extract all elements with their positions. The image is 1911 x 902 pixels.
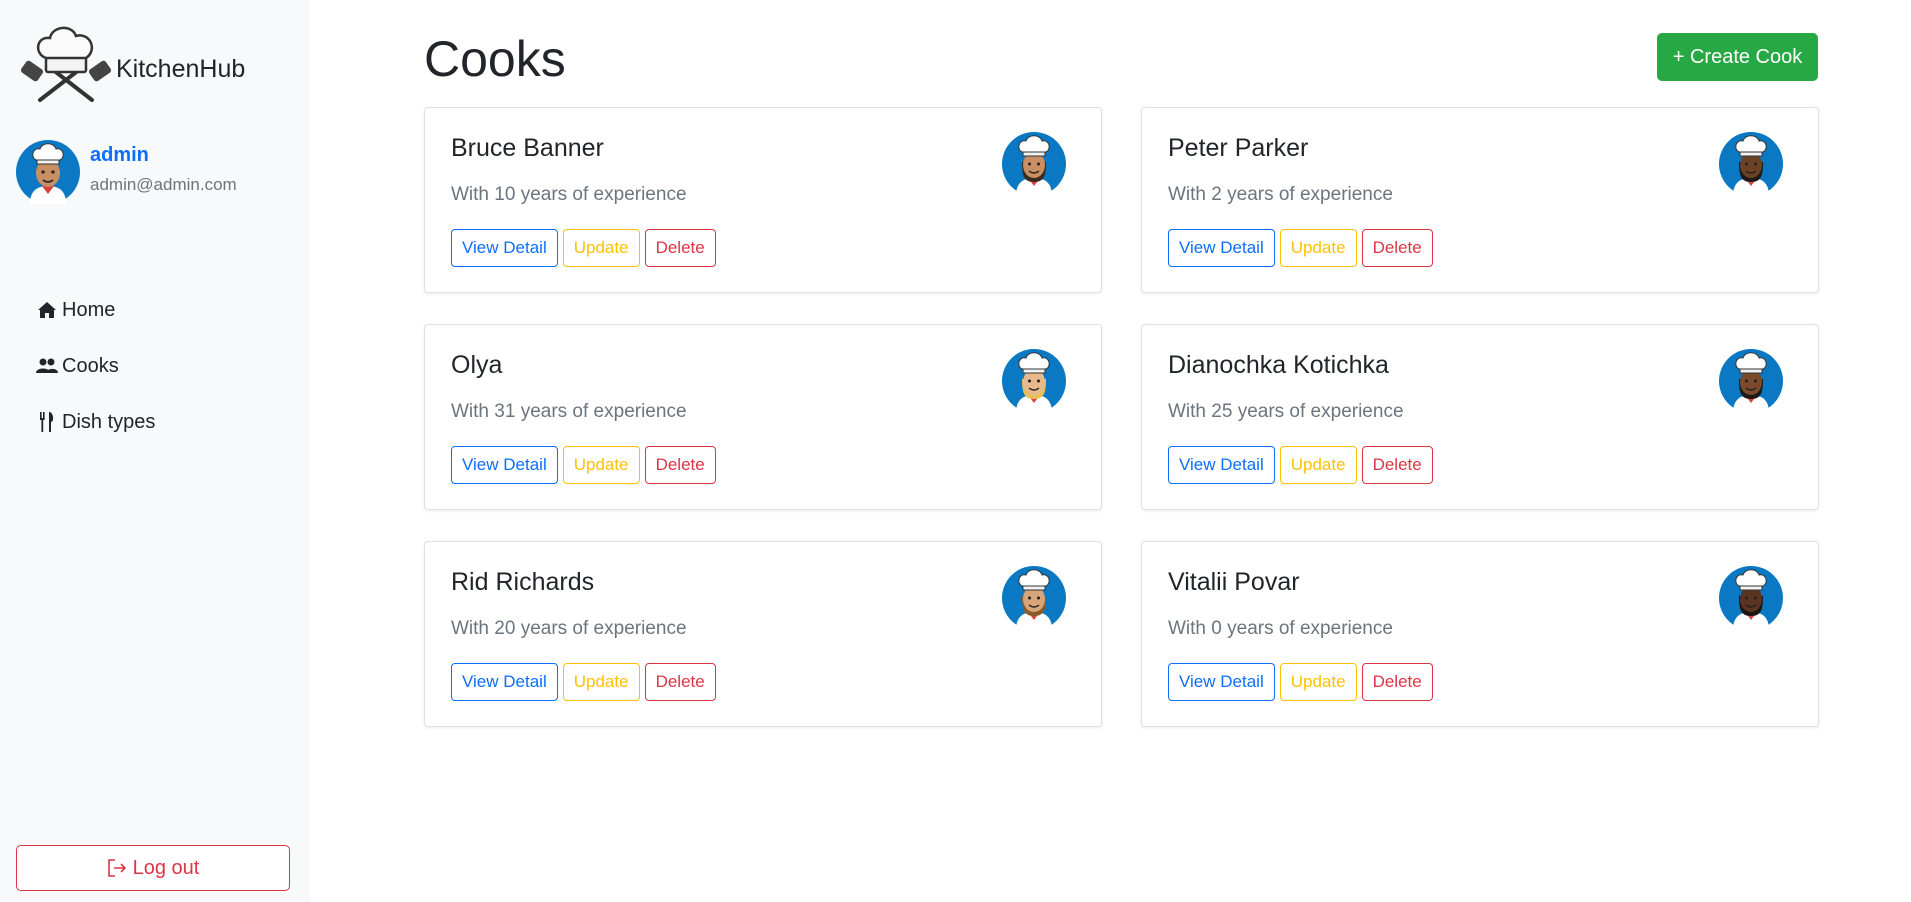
- cook-name: Bruce Banner: [451, 134, 604, 162]
- sidebar-item-home[interactable]: Home: [36, 282, 155, 338]
- user-name[interactable]: admin: [90, 144, 237, 167]
- cook-card: Bruce Banner With 10 years of experience…: [424, 107, 1102, 293]
- cook-experience: With 2 years of experience: [1168, 184, 1393, 205]
- cook-experience: With 25 years of experience: [1168, 401, 1404, 422]
- cook-avatar: [1002, 132, 1066, 196]
- cook-avatar: [1719, 349, 1783, 413]
- update-button[interactable]: Update: [1279, 446, 1357, 484]
- update-button[interactable]: Update: [1279, 229, 1357, 267]
- avatar: [16, 140, 80, 204]
- cook-avatar: [1719, 566, 1783, 630]
- cook-avatar: [1002, 566, 1066, 630]
- delete-button[interactable]: Delete: [644, 229, 716, 267]
- cook-cards-grid: Bruce Banner With 10 years of experience…: [424, 107, 1819, 727]
- logout-label: Log out: [132, 856, 200, 879]
- view-detail-button[interactable]: View Detail: [1168, 446, 1275, 484]
- cook-card: Vitalii Povar With 0 years of experience…: [1141, 541, 1819, 727]
- logout-button[interactable]: Log out: [16, 845, 290, 891]
- utensils-icon: [36, 411, 58, 433]
- cook-name: Olya: [451, 351, 503, 379]
- sidebar: KitchenHub admin admin@admin.com Home Co…: [0, 0, 310, 902]
- card-actions: View Detail Update Delete: [451, 446, 716, 484]
- update-button[interactable]: Update: [562, 229, 640, 267]
- cook-name: Rid Richards: [451, 568, 595, 596]
- cook-card: Peter Parker With 2 years of experience …: [1141, 107, 1819, 293]
- sidebar-item-label: Home: [62, 298, 116, 321]
- cook-card: Rid Richards With 20 years of experience…: [424, 541, 1102, 727]
- cook-name: Vitalii Povar: [1168, 568, 1300, 596]
- update-button[interactable]: Update: [1279, 663, 1357, 701]
- card-actions: View Detail Update Delete: [451, 229, 716, 267]
- update-button[interactable]: Update: [562, 663, 640, 701]
- view-detail-button[interactable]: View Detail: [451, 663, 558, 701]
- card-actions: View Detail Update Delete: [1168, 229, 1433, 267]
- sidebar-item-cooks[interactable]: Cooks: [36, 338, 155, 394]
- users-icon: [36, 355, 58, 377]
- view-detail-button[interactable]: View Detail: [1168, 229, 1275, 267]
- cook-card: Dianochka Kotichka With 25 years of expe…: [1141, 324, 1819, 510]
- app-name: KitchenHub: [116, 54, 246, 83]
- view-detail-button[interactable]: View Detail: [451, 229, 558, 267]
- card-actions: View Detail Update Delete: [1168, 446, 1433, 484]
- cook-avatar: [1719, 132, 1783, 196]
- brand[interactable]: KitchenHub: [20, 24, 245, 104]
- cook-name: Peter Parker: [1168, 134, 1309, 162]
- cook-avatar: [1002, 349, 1066, 413]
- delete-button[interactable]: Delete: [1361, 229, 1433, 267]
- sidebar-item-label: Cooks: [62, 354, 119, 377]
- delete-button[interactable]: Delete: [1361, 663, 1433, 701]
- home-icon: [36, 299, 58, 321]
- sidebar-nav: Home Cooks Dish types: [36, 282, 155, 450]
- card-actions: View Detail Update Delete: [451, 663, 716, 701]
- sidebar-item-dish-types[interactable]: Dish types: [36, 394, 155, 450]
- user-email: admin@admin.com: [90, 175, 237, 194]
- sidebar-item-label: Dish types: [62, 410, 156, 433]
- logout-icon: [107, 859, 126, 877]
- page-title: Cooks: [424, 31, 566, 87]
- delete-button[interactable]: Delete: [644, 446, 716, 484]
- view-detail-button[interactable]: View Detail: [1168, 663, 1275, 701]
- cook-experience: With 20 years of experience: [451, 618, 687, 639]
- create-cook-button[interactable]: + Create Cook: [1657, 33, 1818, 81]
- cook-name: Dianochka Kotichka: [1168, 351, 1389, 379]
- cook-card: Olya With 31 years of experience View De…: [424, 324, 1102, 510]
- update-button[interactable]: Update: [562, 446, 640, 484]
- delete-button[interactable]: Delete: [644, 663, 716, 701]
- delete-button[interactable]: Delete: [1361, 446, 1433, 484]
- cook-experience: With 0 years of experience: [1168, 618, 1393, 639]
- chef-hat-logo-icon: [20, 26, 112, 102]
- user-profile[interactable]: admin admin@admin.com: [16, 140, 237, 204]
- cook-experience: With 31 years of experience: [451, 401, 687, 422]
- view-detail-button[interactable]: View Detail: [451, 446, 558, 484]
- card-actions: View Detail Update Delete: [1168, 663, 1433, 701]
- cook-experience: With 10 years of experience: [451, 184, 687, 205]
